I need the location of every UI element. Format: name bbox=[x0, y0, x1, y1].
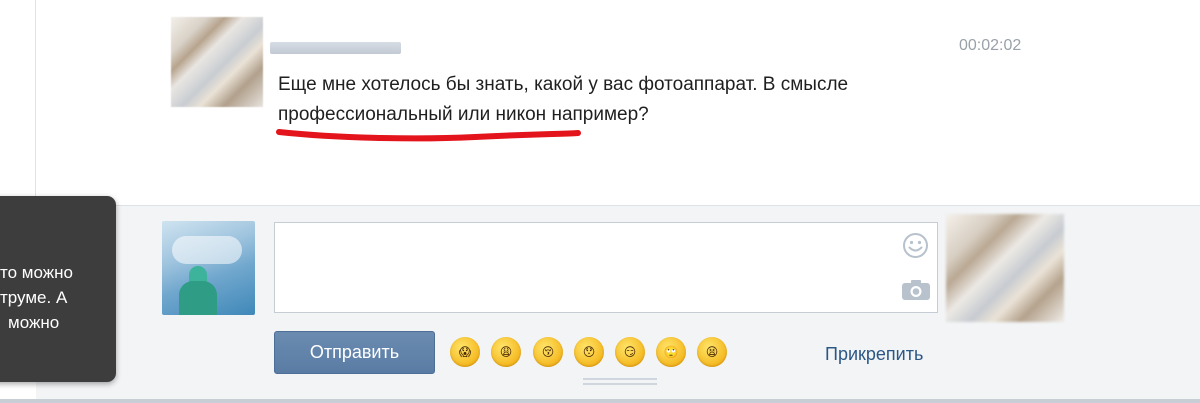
kiss-emoji[interactable]: 😚 bbox=[533, 337, 563, 367]
surprised-emoji[interactable]: 😯 bbox=[574, 337, 604, 367]
red-underline-annotation bbox=[276, 129, 581, 142]
content-left-border bbox=[35, 0, 36, 205]
resize-handle[interactable] bbox=[583, 378, 657, 388]
tooltip-line: то можно bbox=[0, 263, 73, 282]
message-input[interactable] bbox=[274, 222, 938, 313]
my-avatar[interactable] bbox=[162, 221, 255, 315]
message-timestamp: 00:02:02 bbox=[959, 37, 1022, 54]
message-text: Еще мне хотелось бы знать, какой у вас ф… bbox=[278, 74, 849, 125]
smile-icon[interactable] bbox=[902, 232, 929, 259]
tooltip-line: можно bbox=[8, 313, 60, 332]
tired-emoji[interactable]: 😫 bbox=[697, 337, 727, 367]
weary-emoji[interactable]: 😩 bbox=[491, 337, 521, 367]
smirk-emoji[interactable]: 😏 bbox=[615, 337, 645, 367]
camera-icon[interactable] bbox=[901, 279, 931, 301]
sender-name-redacted[interactable] bbox=[270, 42, 401, 54]
tooltip-line: труме. А bbox=[0, 288, 68, 307]
scream-emoji[interactable]: 😱 bbox=[450, 337, 480, 367]
bottom-border bbox=[0, 399, 1200, 403]
recipient-avatar-blurred[interactable] bbox=[946, 214, 1064, 322]
send-button[interactable]: Отправить bbox=[274, 331, 435, 374]
rolling-eyes-emoji[interactable]: 🙄 bbox=[656, 337, 686, 367]
tooltip-popup: то можно труме. А можно bbox=[0, 196, 116, 382]
avatar-cloud-shape bbox=[172, 236, 242, 264]
sender-avatar-blurred[interactable] bbox=[171, 17, 263, 107]
attach-link[interactable]: Прикрепить bbox=[825, 344, 923, 365]
avatar-figure-body bbox=[179, 281, 217, 315]
